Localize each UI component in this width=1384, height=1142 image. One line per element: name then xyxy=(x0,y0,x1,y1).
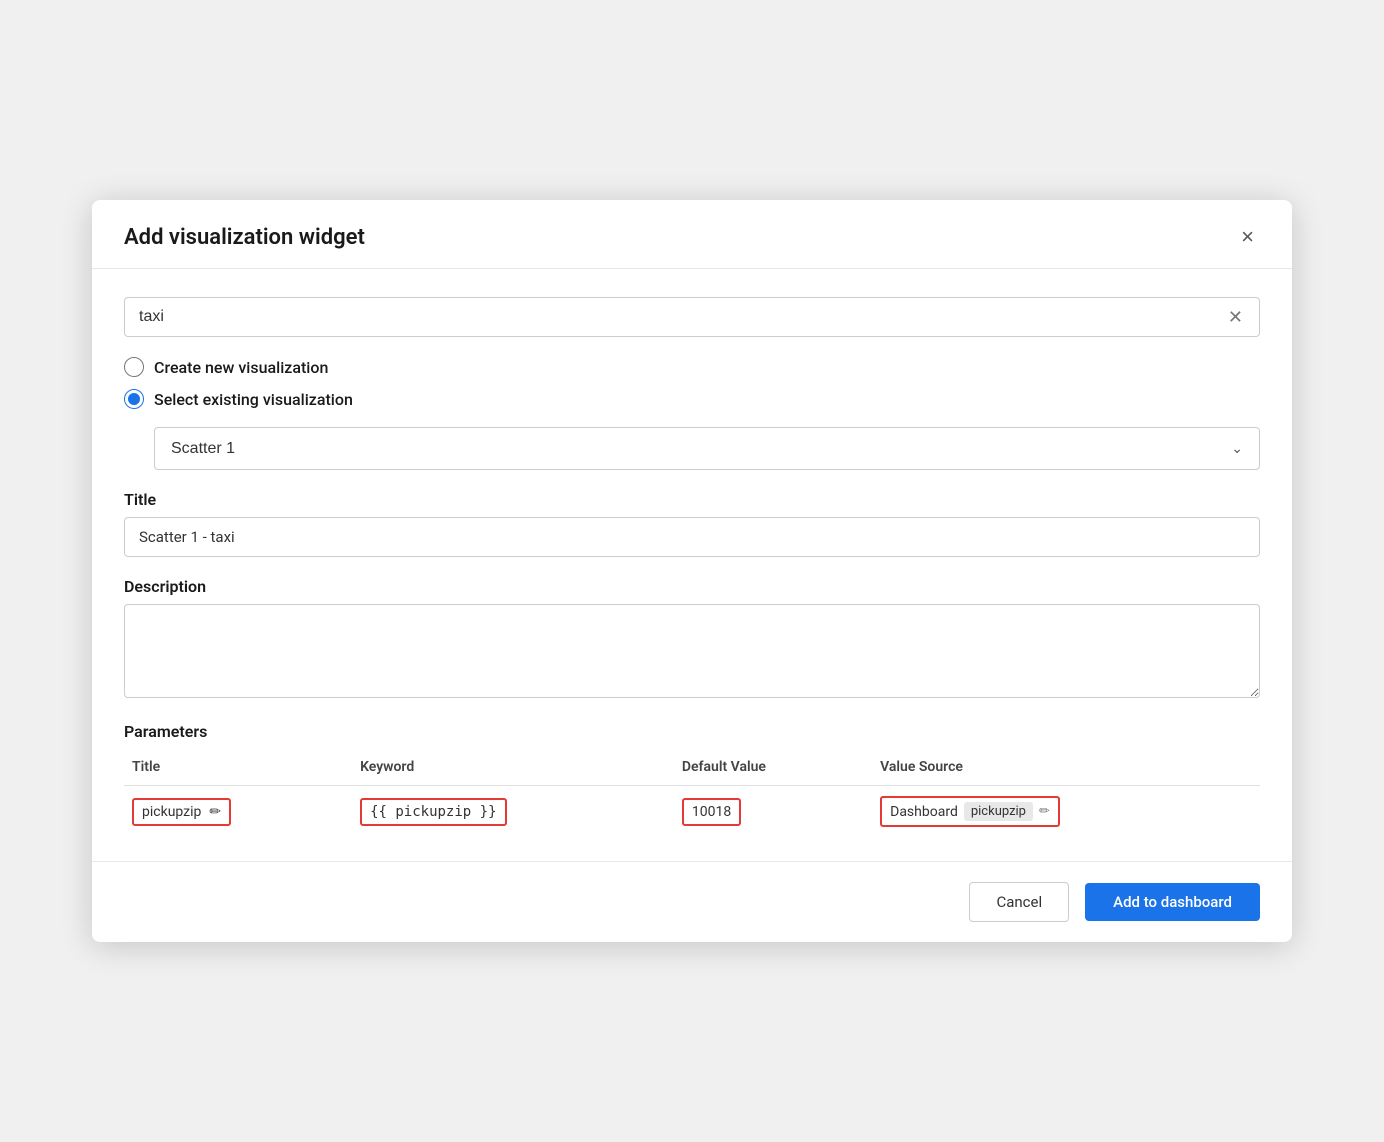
create-new-label: Create new visualization xyxy=(154,358,328,377)
source-badge: pickupzip xyxy=(964,802,1033,821)
close-button[interactable]: × xyxy=(1235,224,1260,250)
visualization-select-inner: Scatter 1 Scatter 2 Bar 1 ⌄ xyxy=(155,428,1259,469)
add-to-dashboard-button[interactable]: Add to dashboard xyxy=(1085,883,1260,921)
search-wrapper: ✕ xyxy=(124,297,1260,337)
col-header-source: Value Source xyxy=(872,753,1260,786)
create-new-radio[interactable] xyxy=(124,357,144,377)
param-default-box: 10018 xyxy=(682,798,741,826)
param-source-box: Dashboard pickupzip ✏ xyxy=(880,796,1060,827)
select-existing-label: Select existing visualization xyxy=(154,390,353,409)
param-title-box: pickupzip ✏ xyxy=(132,798,231,826)
parameters-section: Parameters Title Keyword Default Value V… xyxy=(124,722,1260,837)
param-keyword-box: {{ pickupzip }} xyxy=(360,798,506,826)
param-keyword-cell: {{ pickupzip }} xyxy=(352,786,674,838)
param-source-cell: Dashboard pickupzip ✏ xyxy=(872,786,1260,838)
search-input[interactable] xyxy=(139,308,1226,326)
title-input[interactable] xyxy=(124,517,1260,557)
dialog-body: ✕ Create new visualization Select existi… xyxy=(92,269,1292,837)
col-header-default: Default Value xyxy=(674,753,872,786)
title-field-group: Title xyxy=(124,490,1260,557)
create-new-radio-label[interactable]: Create new visualization xyxy=(124,357,1260,377)
title-field-label: Title xyxy=(124,490,1260,509)
description-textarea[interactable] xyxy=(124,604,1260,698)
visualization-select[interactable]: Scatter 1 Scatter 2 Bar 1 xyxy=(171,428,1231,469)
param-default-cell: 10018 xyxy=(674,786,872,838)
col-header-keyword: Keyword xyxy=(352,753,674,786)
parameters-table: Title Keyword Default Value Value Source… xyxy=(124,753,1260,837)
select-existing-radio-label[interactable]: Select existing visualization xyxy=(124,389,1260,409)
clear-search-button[interactable]: ✕ xyxy=(1226,308,1245,326)
select-existing-radio[interactable] xyxy=(124,389,144,409)
dialog-header: Add visualization widget × xyxy=(92,200,1292,269)
col-header-title: Title xyxy=(124,753,352,786)
edit-source-icon[interactable]: ✏ xyxy=(1039,804,1050,819)
cancel-button[interactable]: Cancel xyxy=(969,882,1069,922)
radio-group: Create new visualization Select existing… xyxy=(124,357,1260,409)
source-text: Dashboard xyxy=(890,804,958,820)
description-field-group: Description xyxy=(124,577,1260,702)
visualization-select-wrapper: Scatter 1 Scatter 2 Bar 1 ⌄ xyxy=(154,427,1260,470)
parameters-label: Parameters xyxy=(124,722,1260,741)
chevron-down-icon: ⌄ xyxy=(1231,441,1243,457)
dialog-footer: Cancel Add to dashboard xyxy=(92,861,1292,942)
param-default-value: 10018 xyxy=(692,804,731,820)
dialog-title: Add visualization widget xyxy=(124,225,365,250)
param-title-cell: pickupzip ✏ xyxy=(124,786,352,838)
edit-title-icon[interactable]: ✏ xyxy=(209,804,221,820)
param-title-value: pickupzip xyxy=(142,804,201,820)
description-field-label: Description xyxy=(124,577,1260,596)
param-keyword-value: {{ pickupzip }} xyxy=(370,804,496,820)
table-row: pickupzip ✏ {{ pickupzip }} 10018 xyxy=(124,786,1260,838)
search-row: ✕ xyxy=(124,297,1260,337)
add-visualization-dialog: Add visualization widget × ✕ Create new … xyxy=(92,200,1292,942)
